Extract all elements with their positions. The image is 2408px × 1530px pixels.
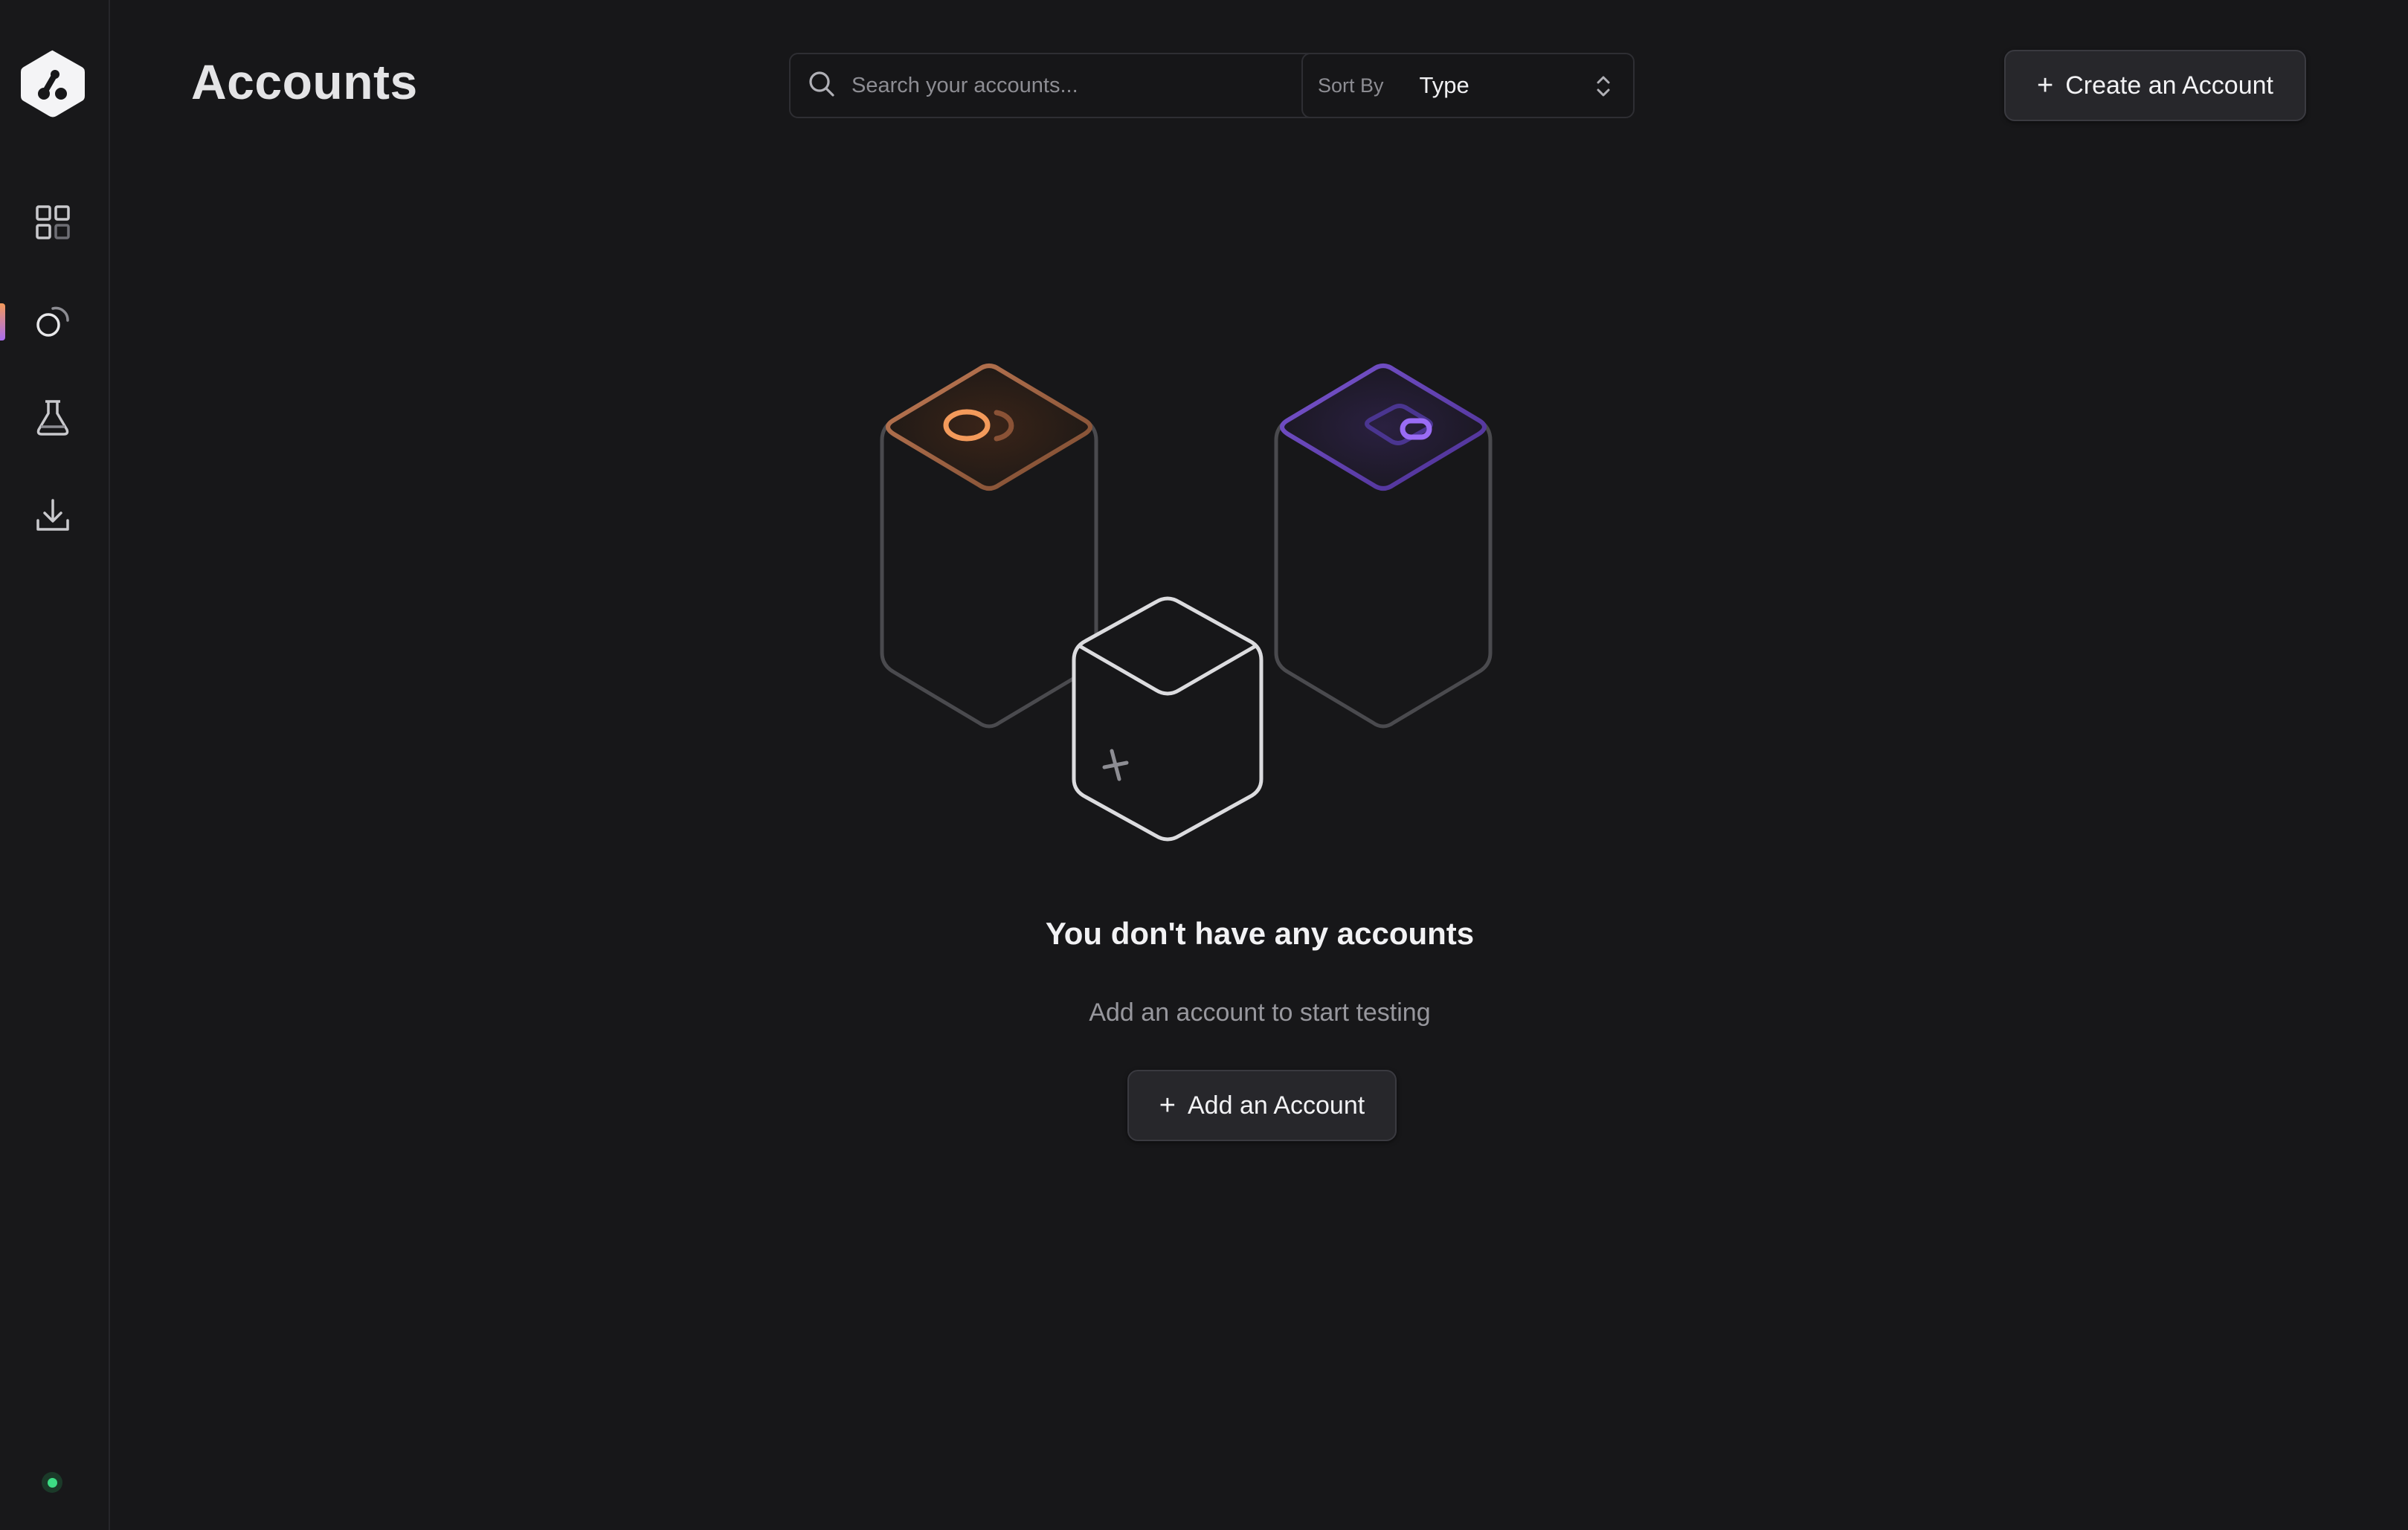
sidebar-item-tests[interactable]: [22, 390, 83, 451]
accounts-icon: [33, 301, 72, 343]
add-box-icon: [1072, 596, 1263, 842]
add-account-label: Add an Account: [1188, 1091, 1365, 1120]
purple-box-icon: [1274, 364, 1493, 729]
plus-icon: +: [1159, 1090, 1176, 1121]
empty-state-title: You don't have any accounts: [1045, 916, 1475, 951]
plus-icon: +: [2037, 70, 2054, 101]
sidebar-item-downloads[interactable]: [22, 486, 83, 547]
sidebar-item-accounts[interactable]: [22, 291, 83, 352]
flask-icon: [34, 398, 71, 442]
page-title: Accounts: [191, 54, 418, 109]
sidebar: [0, 0, 110, 1530]
download-icon: [34, 497, 71, 538]
status-indicator: [42, 1472, 62, 1493]
main-content: Accounts Sort By Type + Create an Accoun…: [112, 0, 2408, 1530]
sort-label: Sort By: [1318, 74, 1384, 97]
search-input[interactable]: [850, 72, 1374, 99]
grid-icon: [34, 204, 71, 245]
empty-state-subtitle: Add an account to start testing: [1089, 998, 1431, 1027]
empty-state-illustration: [848, 349, 1673, 870]
sidebar-item-dashboard[interactable]: [22, 193, 83, 254]
app-logo-icon[interactable]: [16, 48, 89, 120]
sort-value: Type: [1419, 72, 1469, 98]
active-nav-indicator: [0, 303, 5, 340]
orange-box-icon: [880, 364, 1098, 729]
search-icon: [791, 69, 837, 103]
create-account-button[interactable]: + Create an Account: [2004, 50, 2306, 121]
create-account-label: Create an Account: [2065, 71, 2273, 100]
sort-select[interactable]: Sort By Type: [1301, 53, 1635, 118]
add-account-button[interactable]: + Add an Account: [1127, 1070, 1397, 1141]
chevron-up-down-icon: [1594, 74, 1612, 103]
